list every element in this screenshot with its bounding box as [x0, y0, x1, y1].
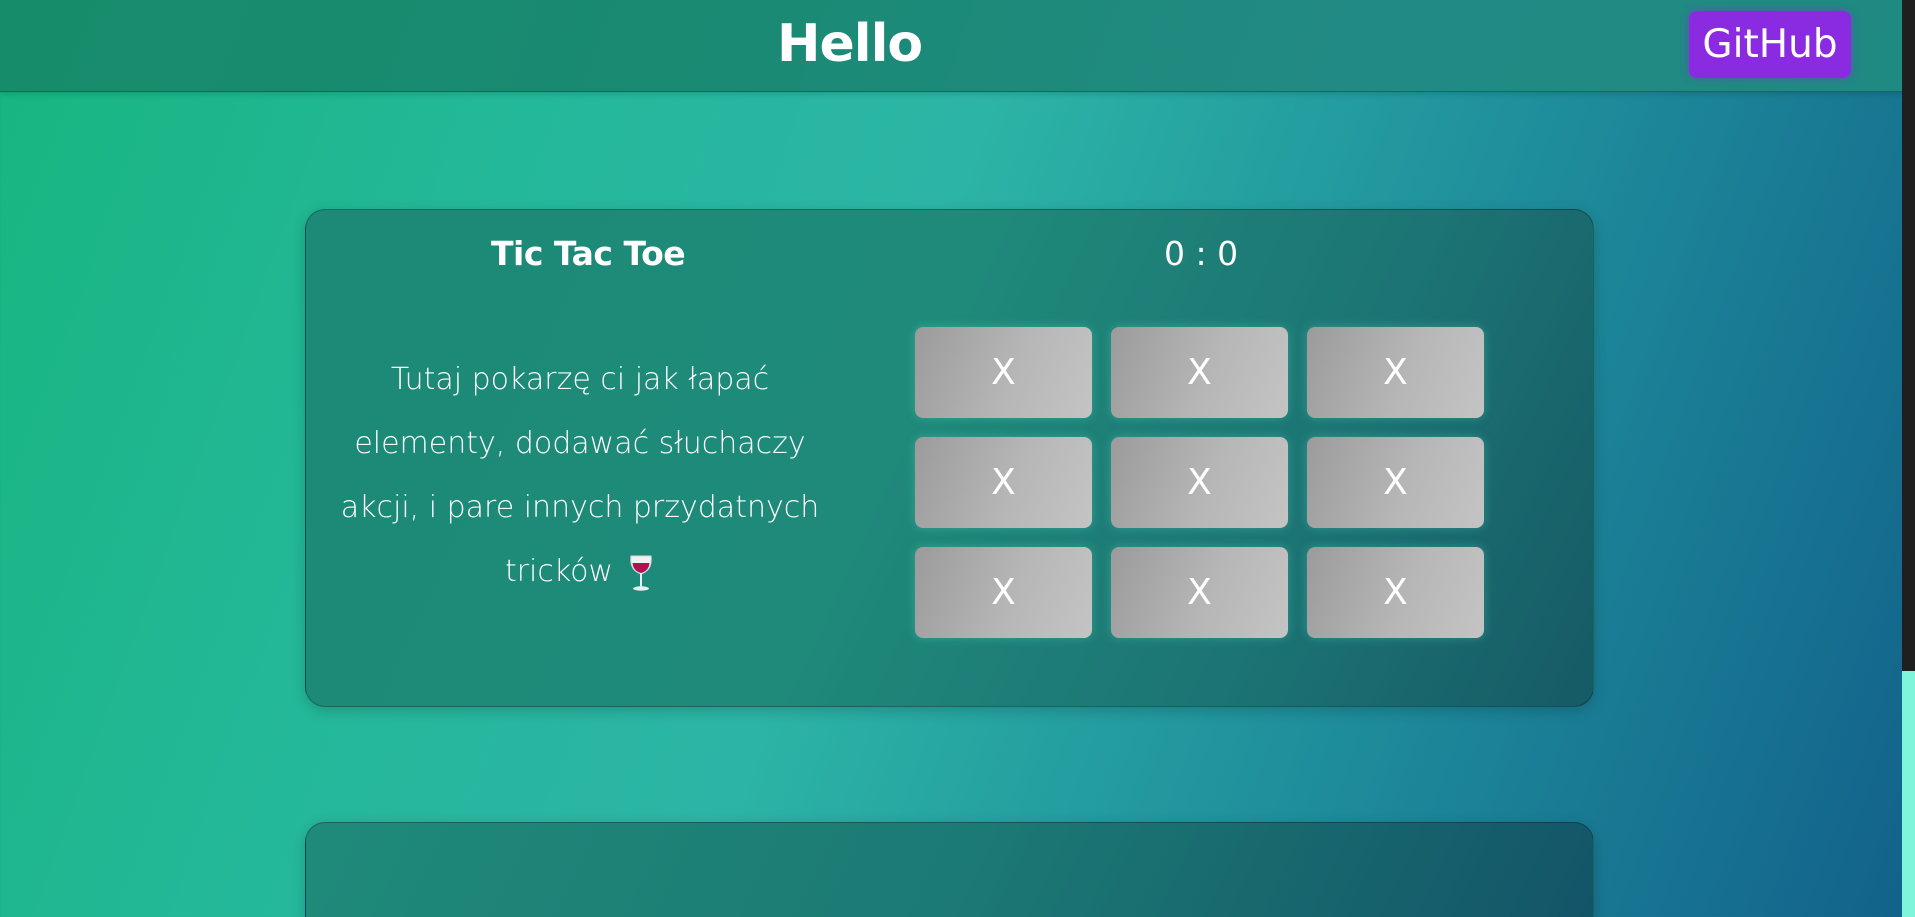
top-bar: Hello GitHub — [0, 0, 1915, 92]
board-cell-5[interactable]: X — [1111, 437, 1288, 528]
board-cell-8[interactable]: X — [1111, 547, 1288, 638]
game-description: Tutaj pokarzę ci jak łapać elementy, dod… — [336, 348, 824, 604]
scrollbar[interactable] — [1902, 0, 1915, 917]
score-display: 0 : 0 — [1164, 234, 1239, 273]
board-cell-9[interactable]: X — [1307, 547, 1484, 638]
next-card — [305, 822, 1594, 917]
board-cell-1[interactable]: X — [915, 327, 1092, 418]
board-cell-7[interactable]: X — [915, 547, 1092, 638]
tic-tac-toe-card: Tic Tac Toe 0 : 0 Tutaj pokarzę ci jak ł… — [305, 209, 1594, 707]
scrollbar-thumb[interactable] — [1902, 671, 1915, 917]
page-title: Hello — [777, 14, 923, 74]
board-cell-4[interactable]: X — [915, 437, 1092, 528]
game-board: X X X X X X X X X — [915, 327, 1484, 638]
board-cell-6[interactable]: X — [1307, 437, 1484, 528]
board-cell-3[interactable]: X — [1307, 327, 1484, 418]
game-title: Tic Tac Toe — [491, 234, 686, 273]
description-text: Tutaj pokarzę ci jak łapać elementy, dod… — [340, 362, 820, 589]
board-cell-2[interactable]: X — [1111, 327, 1288, 418]
wine-glass-icon — [630, 555, 652, 591]
github-button[interactable]: GitHub — [1689, 11, 1851, 78]
